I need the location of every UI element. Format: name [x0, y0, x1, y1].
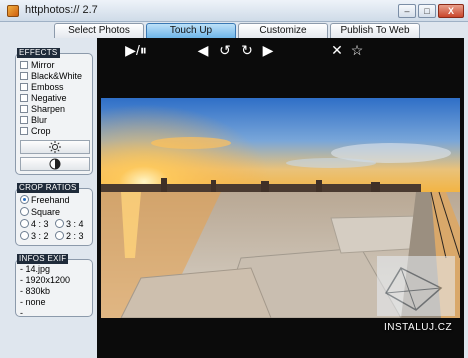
effect-negative[interactable]: Negative	[20, 93, 67, 104]
exif-extra: - none	[20, 297, 46, 307]
ratio-3-2-radio[interactable]	[20, 231, 29, 240]
photo-stage: ▶/⏸ ◀ ↺ ↻ ▶ ✕ ☆	[97, 38, 464, 358]
effect-blur[interactable]: Blur	[20, 115, 47, 126]
crop-label: 4 : 3	[31, 219, 49, 229]
ratio-4-3-radio[interactable]	[20, 219, 29, 228]
title-bar: httphotos:// 2.7 – □ X	[0, 0, 468, 22]
maximize-button[interactable]: □	[418, 4, 436, 18]
exif-resolution: - 1920x1200	[20, 275, 71, 285]
effect-label: Emboss	[31, 82, 64, 92]
crop-label: 3 : 4	[66, 219, 84, 229]
black-white-checkbox[interactable]	[20, 72, 28, 80]
effect-label: Mirror	[31, 60, 55, 70]
effect-mirror[interactable]: Mirror	[20, 60, 55, 71]
crop-ratios-panel: Freehand Square 4 : 3 3 : 4 3 : 2 2 : 3	[15, 188, 93, 246]
window-title: httphotos:// 2.7	[25, 4, 98, 16]
app-icon	[7, 5, 19, 17]
brightness-button[interactable]	[20, 140, 90, 154]
ratio-3-4-radio[interactable]	[55, 219, 64, 228]
crop-label: 3 : 2	[31, 231, 49, 241]
exif-panel: - 14.jpg - 1920x1200 - 830kb - none -	[15, 259, 93, 318]
crop-label: Square	[31, 207, 61, 217]
effect-label: Blur	[31, 115, 48, 125]
sunset-photo	[101, 98, 460, 318]
crop-4-3[interactable]: 4 : 3	[20, 219, 49, 230]
sharpen-checkbox[interactable]	[20, 105, 28, 113]
tab-bar: Select Photos Touch Up Customize Templat…	[0, 22, 468, 49]
effects-panel: Mirror Black&White Emboss Negative Sharp…	[15, 53, 93, 175]
tab-customize-template[interactable]: Customize Template	[238, 23, 328, 49]
effects-title: EFFECTS	[17, 48, 60, 58]
freehand-radio[interactable]	[20, 195, 29, 204]
tab-touch-up[interactable]: Touch Up	[146, 23, 236, 38]
photo-preview	[101, 98, 460, 318]
emboss-checkbox[interactable]	[20, 83, 28, 91]
crop-square[interactable]: Square	[20, 207, 60, 218]
exif-filesize: - 830kb	[20, 286, 51, 296]
watermark-logo	[377, 256, 455, 316]
previous-icon[interactable]: ◀	[195, 43, 211, 57]
brightness-icon	[49, 141, 61, 153]
rotate-right-icon[interactable]: ↻	[239, 43, 255, 57]
effect-label: Black&White	[31, 71, 83, 81]
crop-label: 2 : 3	[66, 231, 84, 241]
effect-black-white[interactable]: Black&White	[20, 71, 82, 82]
minimize-button[interactable]: –	[398, 4, 416, 18]
crop-3-4[interactable]: 3 : 4	[55, 219, 84, 230]
contrast-icon	[49, 158, 61, 170]
watermark-text: INSTALUJ.CZ	[384, 322, 453, 333]
effect-label: Sharpen	[31, 104, 66, 114]
exif-empty: -	[20, 308, 23, 318]
crop-checkbox[interactable]	[20, 127, 28, 135]
square-radio[interactable]	[20, 207, 29, 216]
effect-crop[interactable]: Crop	[20, 126, 51, 137]
delete-icon[interactable]: ✕	[329, 43, 345, 57]
effect-sharpen[interactable]: Sharpen	[20, 104, 65, 115]
tab-publish-to-web[interactable]: Publish To Web	[330, 23, 420, 38]
rotate-left-icon[interactable]: ↺	[217, 43, 233, 57]
next-icon[interactable]: ▶	[260, 43, 276, 57]
contrast-button[interactable]	[20, 157, 90, 171]
close-button[interactable]: X	[438, 4, 464, 18]
crop-label: Freehand	[31, 195, 70, 205]
favorite-icon[interactable]: ☆	[349, 43, 365, 57]
crop-freehand[interactable]: Freehand	[20, 195, 70, 206]
blur-checkbox[interactable]	[20, 116, 28, 124]
crop-ratios-title: CROP RATIOS	[17, 183, 79, 193]
play-pause-icon[interactable]: ▶/⏸	[119, 43, 153, 57]
effect-emboss[interactable]: Emboss	[20, 82, 64, 93]
effect-label: Negative	[31, 93, 67, 103]
crop-3-2[interactable]: 3 : 2	[20, 231, 49, 242]
negative-checkbox[interactable]	[20, 94, 28, 102]
exif-filename: - 14.jpg	[20, 264, 51, 274]
exif-title: INFOS EXIF	[17, 254, 69, 264]
crop-2-3[interactable]: 2 : 3	[55, 231, 84, 242]
mirror-checkbox[interactable]	[20, 61, 28, 69]
tab-select-photos[interactable]: Select Photos	[54, 23, 144, 38]
ratio-2-3-radio[interactable]	[55, 231, 64, 240]
effect-label: Crop	[31, 126, 51, 136]
